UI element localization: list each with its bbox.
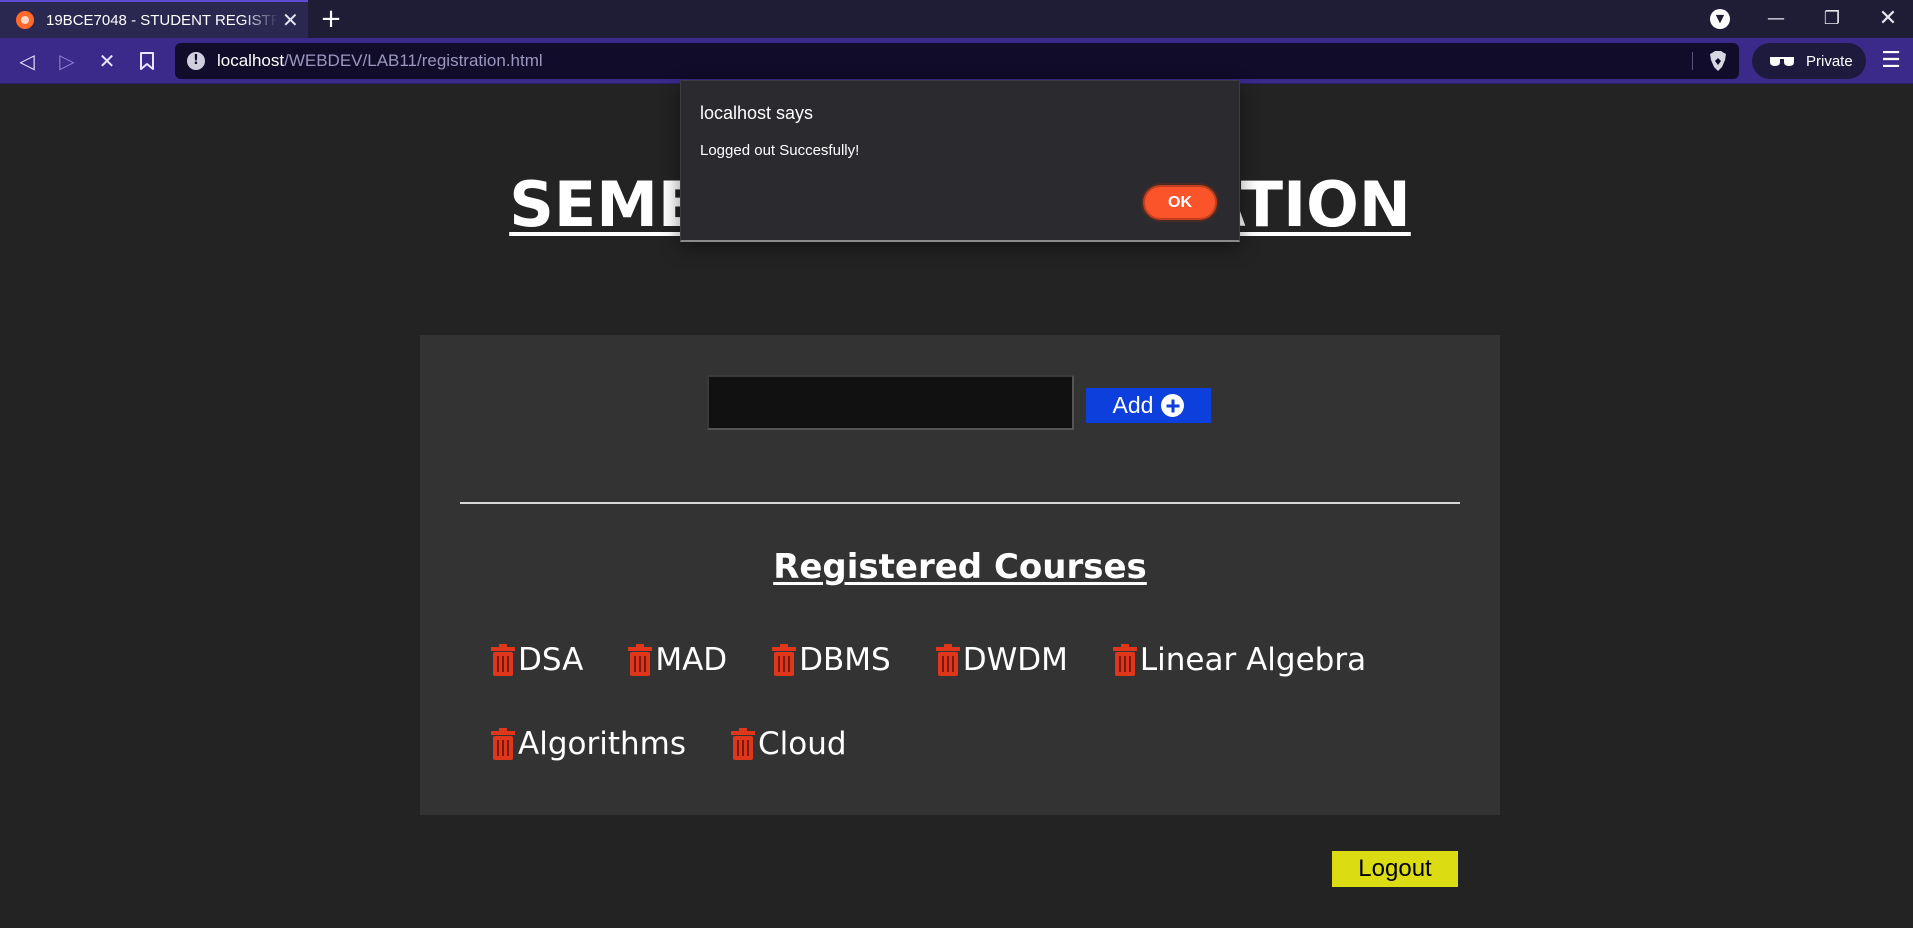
trash-icon[interactable] <box>771 644 797 676</box>
course-item[interactable]: DWDM <box>935 635 1068 685</box>
registration-panel: Add Registered Courses DSA MAD DBMS DWDM… <box>420 335 1500 815</box>
url-divider <box>1692 52 1693 70</box>
course-item[interactable]: Cloud <box>730 719 847 769</box>
add-button-label: Add <box>1112 392 1154 418</box>
address-bar[interactable]: ! localhost/WEBDEV/LAB11/registration.ht… <box>175 43 1739 79</box>
alert-dialog: localhost says Logged out Succesfully! O… <box>680 80 1240 242</box>
course-item[interactable]: DBMS <box>771 635 891 685</box>
course-label: Linear Algebra <box>1139 642 1367 678</box>
url-path: /WEBDEV/LAB11/registration.html <box>284 51 543 70</box>
trash-icon[interactable] <box>490 728 516 760</box>
dialog-title: localhost says <box>700 103 814 123</box>
course-item[interactable]: Algorithms <box>490 719 686 769</box>
url-text[interactable]: localhost/WEBDEV/LAB11/registration.html <box>217 51 543 71</box>
tab-close-icon[interactable]: ✕ <box>282 10 299 30</box>
private-label: Private <box>1806 52 1853 70</box>
add-course-button[interactable]: Add <box>1086 388 1211 423</box>
bookmark-icon[interactable] <box>132 46 162 76</box>
close-icon[interactable]: ✕ <box>1864 0 1912 38</box>
trash-icon[interactable] <box>730 728 756 760</box>
course-label: DSA <box>518 642 584 678</box>
brave-shields-icon[interactable] <box>1709 51 1727 71</box>
browser-tab-strip: 19BCE7048 - STUDENT REGISTRATION ✕ + ▼ —… <box>0 0 1913 38</box>
course-list: DSA MAD DBMS DWDM Linear Algebra Algorit… <box>490 635 1450 769</box>
course-label: MAD <box>655 642 728 678</box>
site-info-icon[interactable]: ! <box>187 52 205 70</box>
course-label: Algorithms <box>518 726 686 762</box>
restore-icon[interactable]: ❐ <box>1808 0 1856 38</box>
plus-circle-icon <box>1161 394 1185 417</box>
back-icon[interactable]: ◁ <box>12 46 42 76</box>
minimize-icon[interactable]: — <box>1752 0 1800 38</box>
trash-icon[interactable] <box>1112 644 1138 676</box>
tab-title: 19BCE7048 - STUDENT REGISTRATION <box>46 11 278 29</box>
trash-icon[interactable] <box>627 644 653 676</box>
tab-search-icon[interactable]: ▼ <box>1710 9 1730 29</box>
registered-courses-heading: Registered Courses <box>773 547 1147 587</box>
trash-icon[interactable] <box>935 644 961 676</box>
hamburger-menu-icon[interactable]: ☰ <box>1876 46 1906 76</box>
browser-tab[interactable]: 19BCE7048 - STUDENT REGISTRATION ✕ <box>0 0 308 38</box>
dialog-message: Logged out Succesfully! <box>700 142 860 159</box>
dialog-ok-button[interactable]: OK <box>1143 185 1217 220</box>
url-host: localhost <box>217 51 285 70</box>
divider <box>460 502 1460 504</box>
course-label: Cloud <box>757 726 847 762</box>
course-label: DBMS <box>799 642 891 678</box>
stop-icon[interactable]: ✕ <box>92 46 122 76</box>
course-item[interactable]: DSA <box>490 635 583 685</box>
course-input[interactable] <box>707 375 1074 430</box>
course-label: DWDM <box>962 642 1068 678</box>
private-window-badge[interactable]: Private <box>1752 43 1866 79</box>
browser-toolbar: ◁ ▷ ✕ ! localhost/WEBDEV/LAB11/registrat… <box>0 38 1913 84</box>
forward-icon[interactable]: ▷ <box>52 46 82 76</box>
new-tab-button[interactable]: + <box>316 4 346 34</box>
private-glasses-icon <box>1770 57 1794 66</box>
course-item[interactable]: Linear Algebra <box>1112 635 1366 685</box>
logout-button[interactable]: Logout <box>1332 851 1458 887</box>
brave-favicon-icon <box>16 11 34 29</box>
trash-icon[interactable] <box>490 644 516 676</box>
course-item[interactable]: MAD <box>627 635 727 685</box>
